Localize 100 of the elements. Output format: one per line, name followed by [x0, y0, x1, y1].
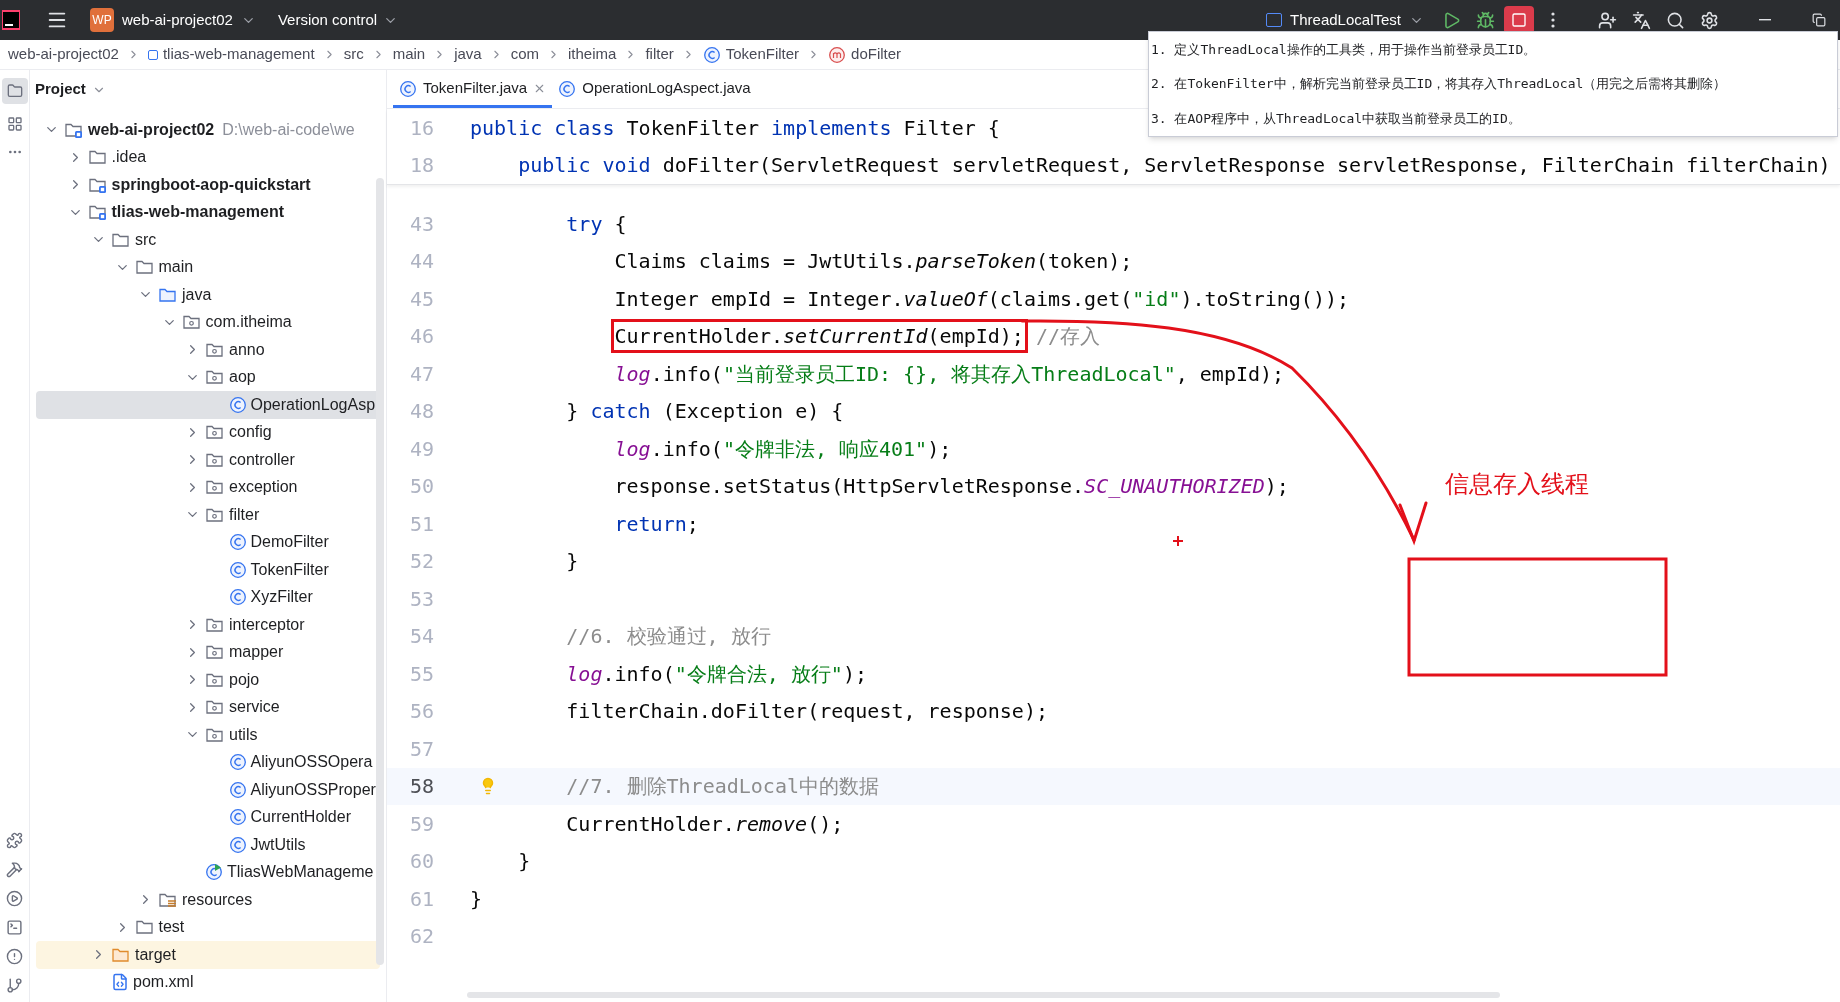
breadcrumb-item[interactable]: tlias-web-management [147, 43, 315, 66]
tree-item[interactable]: DemoFilter [36, 528, 380, 556]
line-number: 50 [408, 473, 434, 501]
tree-item[interactable]: AliyunOSSProper [36, 776, 380, 804]
tree-item[interactable]: pojo [36, 666, 380, 694]
package-icon [181, 313, 202, 332]
tree-item[interactable]: .idea [36, 143, 380, 171]
breadcrumb-item[interactable]: java [454, 43, 482, 66]
line-number: 53 [408, 585, 434, 613]
class-icon [228, 780, 247, 799]
editor-tab[interactable]: OperationLogAspect.java [552, 69, 757, 108]
tree-item[interactable]: AliyunOSSOpera [36, 748, 380, 776]
line-number: 56 [408, 698, 434, 726]
app-logo-icon[interactable] [2, 9, 20, 31]
app-class-icon [205, 863, 223, 882]
class-icon [702, 45, 721, 64]
breadcrumb-item[interactable]: com [510, 43, 540, 66]
tree-item[interactable]: config [36, 418, 380, 446]
line-number: 58 [408, 773, 434, 801]
class-icon [228, 835, 247, 854]
tree-item[interactable]: src [36, 226, 380, 254]
tree-item[interactable]: service [36, 693, 380, 721]
tree-item[interactable]: interceptor [36, 611, 380, 639]
plugin-tool-button[interactable] [6, 832, 23, 849]
version-control-label: Version control [277, 9, 378, 30]
tree-item[interactable]: java [36, 281, 380, 309]
tree-item[interactable]: JwtUtils [36, 831, 380, 859]
class-icon [228, 753, 247, 772]
code-line: return; [614, 510, 699, 538]
folder-icon [87, 148, 108, 167]
version-control-menu[interactable]: Version control [277, 8, 399, 32]
tree-item[interactable]: aop [36, 363, 380, 391]
run-tool-button[interactable] [6, 890, 23, 907]
tree-item[interactable]: XyzFilter [36, 583, 380, 611]
run-config-icon [1266, 13, 1283, 27]
git-tool-button[interactable] [6, 977, 23, 994]
structure-tool-button[interactable] [6, 116, 23, 132]
code-line: } [518, 848, 531, 876]
breadcrumb-item[interactable]: TokenFilter [702, 43, 800, 66]
tree-item[interactable]: test [36, 913, 380, 941]
tree-item[interactable]: com.itheima [36, 308, 380, 336]
code-line: log.info("当前登录员工ID: {}, 将其存入ThreadLocal", empId); [614, 360, 1285, 388]
line-number: 54 [408, 623, 434, 651]
tree-item[interactable]: TokenFilter [36, 556, 380, 584]
tree-item[interactable]: anno [36, 336, 380, 364]
module-folder-icon [87, 203, 108, 222]
sticky-code-line: public class TokenFilter implements Filter { [470, 114, 1000, 142]
line-number: 60 [408, 848, 434, 876]
tree-item[interactable]: utils [36, 721, 380, 749]
tree-item[interactable]: main [36, 253, 380, 281]
folder-icon [6, 83, 23, 99]
code-line: } [566, 548, 579, 576]
tree-item[interactable]: TliasWebManageme [36, 858, 380, 886]
line-number: 57 [408, 735, 434, 763]
package-icon [205, 368, 225, 387]
structure-icon [6, 116, 23, 132]
breadcrumb-item[interactable]: itheima [568, 43, 617, 66]
terminal-tool-button[interactable] [6, 919, 23, 936]
line-number: 62 [408, 923, 434, 951]
class-icon [228, 533, 247, 552]
tooltip-line: 3. 在AOP程序中，从ThreadLocal中获取当前登录员工的ID。 [1151, 109, 1522, 128]
tree-item[interactable]: exception [36, 473, 380, 501]
project-view-selector[interactable]: Project [35, 78, 106, 101]
stop-button[interactable] [1504, 6, 1534, 34]
tree-item[interactable]: springboot-aop-quickstart [36, 171, 380, 199]
tree-item[interactable]: tlias-web-management [36, 198, 380, 226]
module-icon [147, 49, 158, 60]
breadcrumb-item[interactable]: src [343, 43, 364, 66]
class-icon [399, 79, 417, 98]
tree-item[interactable]: target [36, 941, 380, 969]
class-icon [228, 560, 247, 579]
tree-item[interactable]: pom.xml [36, 968, 380, 996]
method-icon [828, 45, 847, 64]
tree-item[interactable]: resources [36, 886, 380, 914]
tree-item[interactable]: CurrentHolder [36, 803, 380, 831]
restore-icon [1812, 13, 1826, 27]
code-line: } catch (Exception e) { [566, 398, 844, 426]
project-tool-button[interactable] [1, 78, 28, 104]
folder-icon [134, 258, 155, 277]
package-icon [205, 698, 225, 717]
tooltip-line: 1. 定义ThreadLocal操作的工具类，用于操作当前登录员工ID。 [1151, 40, 1538, 59]
project-switcher[interactable]: WP web-ai-project02 [90, 8, 256, 32]
run-configuration[interactable]: ThreadLocalTest [1266, 8, 1424, 32]
tree-item[interactable]: controller [36, 446, 380, 474]
build-tool-button[interactable] [6, 861, 23, 878]
line-number: 55 [408, 660, 434, 688]
tree-item[interactable]: filter [36, 501, 380, 529]
package-icon [205, 423, 225, 442]
plus-icon [1172, 535, 1184, 547]
tree-item[interactable]: mapper [36, 638, 380, 666]
breadcrumb-item[interactable]: doFilter [828, 43, 902, 66]
breadcrumb-item[interactable]: web-ai-project02 [8, 43, 119, 66]
breadcrumb-item[interactable]: main [392, 43, 426, 66]
breadcrumb-item[interactable]: filter [645, 43, 674, 66]
problems-tool-button[interactable] [6, 948, 23, 965]
tree-item[interactable]: web-ai-project02 D:\web-ai-code\we [36, 116, 380, 144]
line-number: 61 [408, 885, 434, 913]
add-user-icon [1597, 10, 1617, 30]
code-line: try { [566, 210, 627, 238]
line-number: 43 [408, 210, 434, 238]
